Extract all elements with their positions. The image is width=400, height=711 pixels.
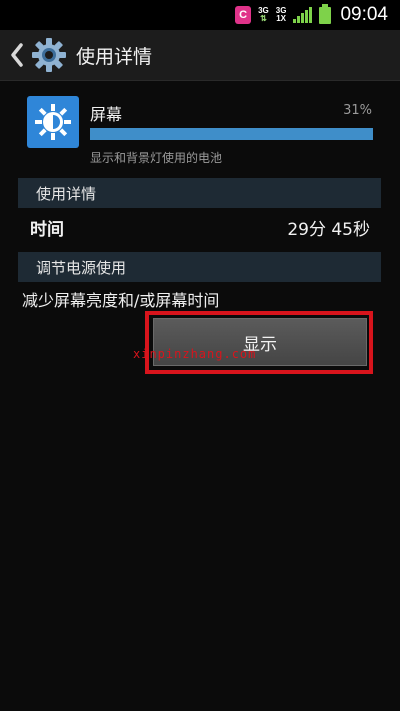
app-usage-entry: 屏幕 31% 显示和背景灯使用的电池	[27, 96, 377, 165]
status-bar: C 3G ⇅ 3G 1X 09:04	[0, 0, 400, 30]
back-icon[interactable]	[6, 35, 28, 75]
time-value: 29分 45秒	[287, 219, 370, 240]
network-type-bottom: 1X	[276, 14, 287, 23]
time-row: 时间 29分 45秒	[30, 212, 370, 242]
action-bar: 使用详情	[0, 30, 400, 81]
time-label: 时间	[30, 219, 64, 240]
power-advice-text: 减少屏幕亮度和/或屏幕时间	[22, 291, 220, 310]
app-notification-icon: C	[235, 6, 252, 24]
usage-progress-fill	[90, 128, 373, 140]
data-transfer-icon: 3G ⇅	[258, 6, 269, 23]
brightness-icon	[27, 96, 79, 148]
clock: 09:04	[340, 4, 388, 25]
app-name: 屏幕	[90, 105, 123, 124]
page-title: 使用详情	[76, 45, 153, 68]
watermark: xinpinzhang.com	[133, 347, 257, 361]
gear-icon[interactable]	[30, 36, 68, 74]
usage-details-header: 使用详情	[18, 178, 381, 208]
usage-progress-bar	[90, 128, 373, 140]
battery-icon	[319, 3, 332, 24]
dual-network-icon: 3G 1X	[276, 7, 287, 23]
signal-icon	[293, 7, 313, 23]
power-adjust-header: 调节电源使用	[18, 252, 381, 282]
usage-percent: 31%	[343, 103, 372, 118]
app-description: 显示和背景灯使用的电池	[90, 151, 223, 165]
